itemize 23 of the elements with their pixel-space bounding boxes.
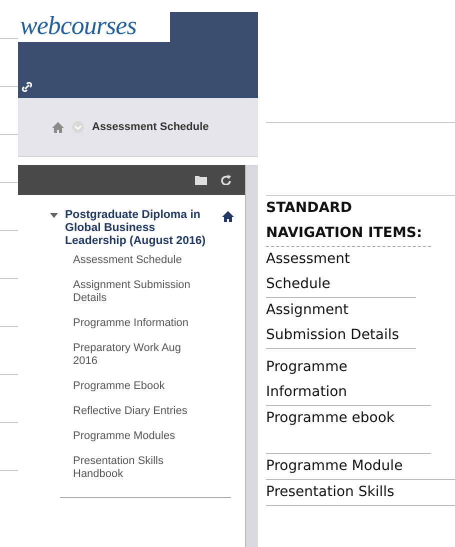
menu-item[interactable]: Reflective Diary Entries	[73, 399, 208, 424]
home-icon[interactable]	[222, 211, 234, 222]
menu-item[interactable]: Assignment Submission Details	[73, 273, 208, 311]
menu-item[interactable]: Assessment Schedule	[73, 248, 208, 273]
course-title[interactable]: Postgraduate Diploma in Global Business Leadership (August 2016)	[65, 209, 215, 248]
folder-icon[interactable]	[195, 175, 208, 185]
menu-item[interactable]: Presentation Skills Handbook	[73, 449, 208, 487]
table-cell: Programme Module	[266, 454, 455, 480]
table-cell: Assignment Submission Details	[266, 298, 416, 349]
menu-item[interactable]: Programme Information	[73, 311, 208, 336]
breadcrumb-item[interactable]: Assessment Schedule	[92, 121, 209, 133]
expand-triangle-icon[interactable]	[50, 212, 58, 220]
table-cell: Presentation Skills	[266, 480, 455, 506]
table-cell: Programme ebook	[266, 406, 431, 454]
table-cell: Programme Information	[266, 349, 431, 406]
table-heading: STANDARD NAVIGATION ITEMS:	[266, 196, 431, 247]
logo[interactable]: webcourses	[18, 12, 170, 42]
link-icon[interactable]	[22, 82, 32, 92]
menu-item[interactable]: Preparatory Work Aug 2016	[73, 336, 208, 374]
refresh-icon[interactable]	[221, 175, 232, 185]
menu-item[interactable]: Programme Ebook	[73, 374, 208, 399]
menu-item[interactable]: Programme Modules	[73, 424, 208, 449]
table-cell: Assessment Schedule	[266, 247, 416, 298]
